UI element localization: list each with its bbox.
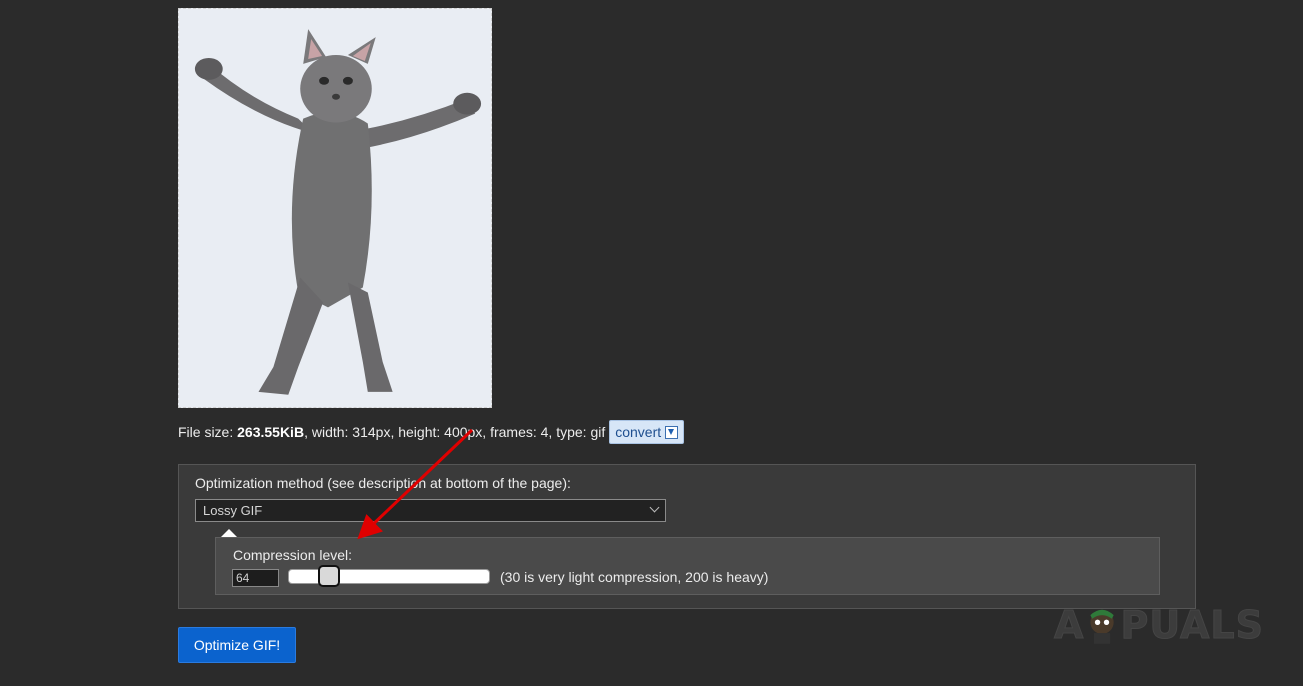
convert-button[interactable]: convert — [609, 420, 685, 444]
chevron-down-icon — [649, 502, 660, 513]
watermark-text-right: PUALS — [1120, 603, 1264, 648]
slider-thumb[interactable] — [318, 565, 340, 587]
page: File size: 263.55KiB, width: 314px, heig… — [0, 0, 1303, 686]
caret-up-icon — [221, 529, 237, 537]
mascot-icon — [1090, 609, 1115, 644]
appuals-watermark: A PUALS — [1053, 600, 1264, 650]
optimization-method-select[interactable]: Lossy GIF — [195, 499, 666, 522]
compression-panel: Compression level: 64 (30 is very light … — [215, 537, 1160, 595]
optimization-method-label: Optimization method (see description at … — [195, 475, 571, 491]
file-details: , width: 314px, height: 400px, frames: 4… — [304, 424, 606, 440]
convert-label: convert — [615, 424, 662, 440]
watermark-text-left: A — [1053, 603, 1085, 648]
compression-level-label: Compression level: — [233, 547, 353, 563]
optimization-method-value: Lossy GIF — [203, 503, 263, 518]
optimize-gif-button[interactable]: Optimize GIF! — [178, 627, 296, 663]
file-size-value: 263.55KiB — [237, 424, 305, 440]
file-size-prefix: File size: — [178, 424, 234, 440]
optimization-panel: Optimization method (see description at … — [178, 464, 1196, 609]
gif-preview-image — [178, 8, 492, 408]
compression-level-slider[interactable] — [288, 565, 490, 587]
compression-level-input[interactable]: 64 — [232, 569, 279, 587]
file-info: File size: 263.55KiB, width: 314px, heig… — [178, 420, 685, 444]
download-arrow-icon — [665, 425, 679, 439]
cat-image — [179, 9, 491, 407]
compression-hint: (30 is very light compression, 200 is he… — [500, 569, 769, 585]
